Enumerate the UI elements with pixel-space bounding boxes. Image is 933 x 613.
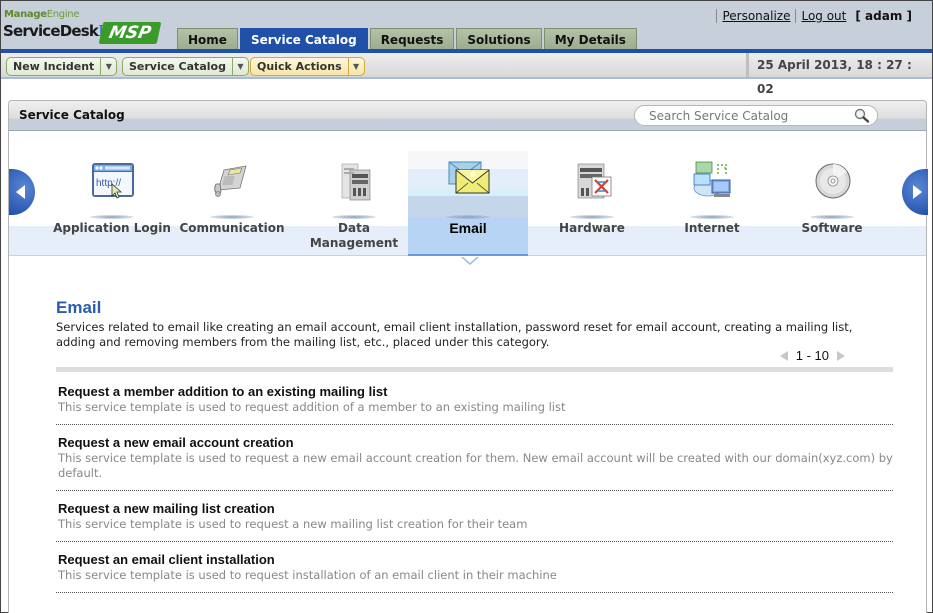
chevron-down-icon[interactable]: ▼ xyxy=(100,58,116,75)
chevron-down-icon[interactable]: ▼ xyxy=(347,58,364,75)
service-catalog-button[interactable]: Service Catalog ▼ xyxy=(122,57,249,76)
item-description: This service template is used to request… xyxy=(58,451,893,480)
quick-actions-button[interactable]: Quick Actions ▼ xyxy=(250,57,365,76)
quick-actions-label: Quick Actions xyxy=(257,60,342,73)
category-label: Hardware xyxy=(559,221,625,235)
icon-shadow xyxy=(332,215,376,219)
main-tabs: Home Service Catalog Requests Solutions … xyxy=(177,28,639,51)
network-computers-icon xyxy=(693,161,731,197)
telephone-icon xyxy=(214,165,247,197)
category-email[interactable]: Email xyxy=(408,151,528,256)
search-input[interactable] xyxy=(649,108,849,124)
brand-servicedesk: ServiceDesk xyxy=(3,22,99,40)
prev-page-icon[interactable] xyxy=(779,350,788,361)
list-item[interactable]: Request a new email account creation Thi… xyxy=(56,435,893,491)
logout-link[interactable]: Log out xyxy=(801,9,846,23)
category-content: Email Services related to email like cre… xyxy=(56,298,893,593)
manageengine-logo-text: ManageEngine xyxy=(4,9,80,20)
server-icon xyxy=(341,163,371,201)
icon-shadow xyxy=(446,215,490,219)
carousel-prev-arrow-icon[interactable] xyxy=(9,169,35,215)
servicedesk-plus-msp-logo[interactable]: ManageEngine ServiceDeskPlus MSP xyxy=(3,9,168,49)
category-internet[interactable]: Internet xyxy=(652,132,772,256)
service-catalog-label: Service Catalog xyxy=(129,60,226,73)
next-page-icon[interactable] xyxy=(837,350,845,361)
pagination: 1 - 10 xyxy=(779,348,845,363)
item-description: This service template is used to request… xyxy=(58,517,528,531)
tab-home[interactable]: Home xyxy=(177,28,238,51)
category-label: Communication xyxy=(179,221,285,235)
new-incident-button[interactable]: New Incident ▼ xyxy=(6,57,118,76)
category-description: Services related to email like creating … xyxy=(56,320,853,349)
category-label: Email xyxy=(449,220,487,236)
list-item[interactable]: Request a new mailing list creation This… xyxy=(56,501,893,542)
action-toolbar: New Incident ▼ Service Catalog ▼ Quick A… xyxy=(1,53,932,96)
carousel-next-arrow-icon[interactable] xyxy=(902,169,928,215)
link-separator xyxy=(795,9,797,23)
category-label: Internet xyxy=(684,221,740,235)
browser-http-icon: http:// xyxy=(92,163,134,199)
brand-manage: Manage xyxy=(4,9,47,20)
icon-shadow xyxy=(810,215,854,219)
service-catalog-panel: Service Catalog http:// Applicatio xyxy=(8,100,928,613)
envelope-icon xyxy=(448,161,490,194)
list-item[interactable]: Request a member addition to an existing… xyxy=(56,384,893,425)
brand-engine: Engine xyxy=(46,9,80,20)
item-title[interactable]: Request a new email account creation xyxy=(58,435,893,450)
item-title[interactable]: Request a new mailing list creation xyxy=(58,501,893,516)
tab-my-details[interactable]: My Details xyxy=(543,28,637,51)
category-label: Application Login xyxy=(53,221,171,235)
tab-solutions[interactable]: Solutions xyxy=(456,28,542,51)
icon-shadow xyxy=(90,215,134,219)
current-user: [ adam ] xyxy=(855,9,912,23)
category-data-management[interactable]: Data Management xyxy=(294,132,414,256)
category-hardware[interactable]: Hardware xyxy=(532,132,652,256)
msp-badge: MSP xyxy=(98,22,162,44)
personalize-link[interactable]: Personalize xyxy=(722,9,790,23)
category-title: Email xyxy=(56,298,102,317)
chevron-down-icon[interactable]: ▼ xyxy=(231,58,248,75)
icon-shadow xyxy=(690,215,734,219)
tab-service-catalog[interactable]: Service Catalog xyxy=(239,28,368,51)
category-communication[interactable]: Communication xyxy=(172,132,292,256)
search-icon[interactable] xyxy=(853,108,871,124)
user-links: Personalize Log out [ adam ] xyxy=(711,9,912,23)
hardware-server-icon xyxy=(577,163,612,199)
icon-shadow xyxy=(570,215,614,219)
panel-header: Service Catalog xyxy=(9,101,926,131)
category-carousel: http:// Application Login Communication xyxy=(9,132,928,265)
active-category-pointer xyxy=(461,256,479,265)
page-range: 1 - 10 xyxy=(795,348,829,363)
svg-text:http://: http:// xyxy=(96,178,121,189)
search-box[interactable] xyxy=(634,105,878,126)
cd-disc-icon xyxy=(815,163,851,199)
item-description: This service template is used to request… xyxy=(58,400,566,414)
panel-title: Service Catalog xyxy=(19,108,125,122)
category-label: Data Management xyxy=(309,221,399,250)
current-datetime: 25 April 2013, 18 : 27 : 02 xyxy=(746,53,932,96)
tab-requests[interactable]: Requests xyxy=(369,28,455,51)
category-software[interactable]: Software xyxy=(772,132,892,256)
new-incident-label: New Incident xyxy=(13,60,95,73)
link-separator xyxy=(716,9,718,23)
list-divider xyxy=(56,367,893,372)
item-description: This service template is used to request… xyxy=(58,568,557,582)
icon-shadow xyxy=(210,215,254,219)
item-title[interactable]: Request a member addition to an existing… xyxy=(58,384,893,399)
app-header: ManageEngine ServiceDeskPlus MSP Home Se… xyxy=(1,1,932,53)
item-title[interactable]: Request an email client installation xyxy=(58,552,893,567)
list-item[interactable]: Request an email client installation Thi… xyxy=(56,552,893,593)
category-application-login[interactable]: http:// Application Login xyxy=(52,132,172,256)
category-label: Software xyxy=(801,221,863,235)
service-template-list: Request a member addition to an existing… xyxy=(56,384,893,603)
